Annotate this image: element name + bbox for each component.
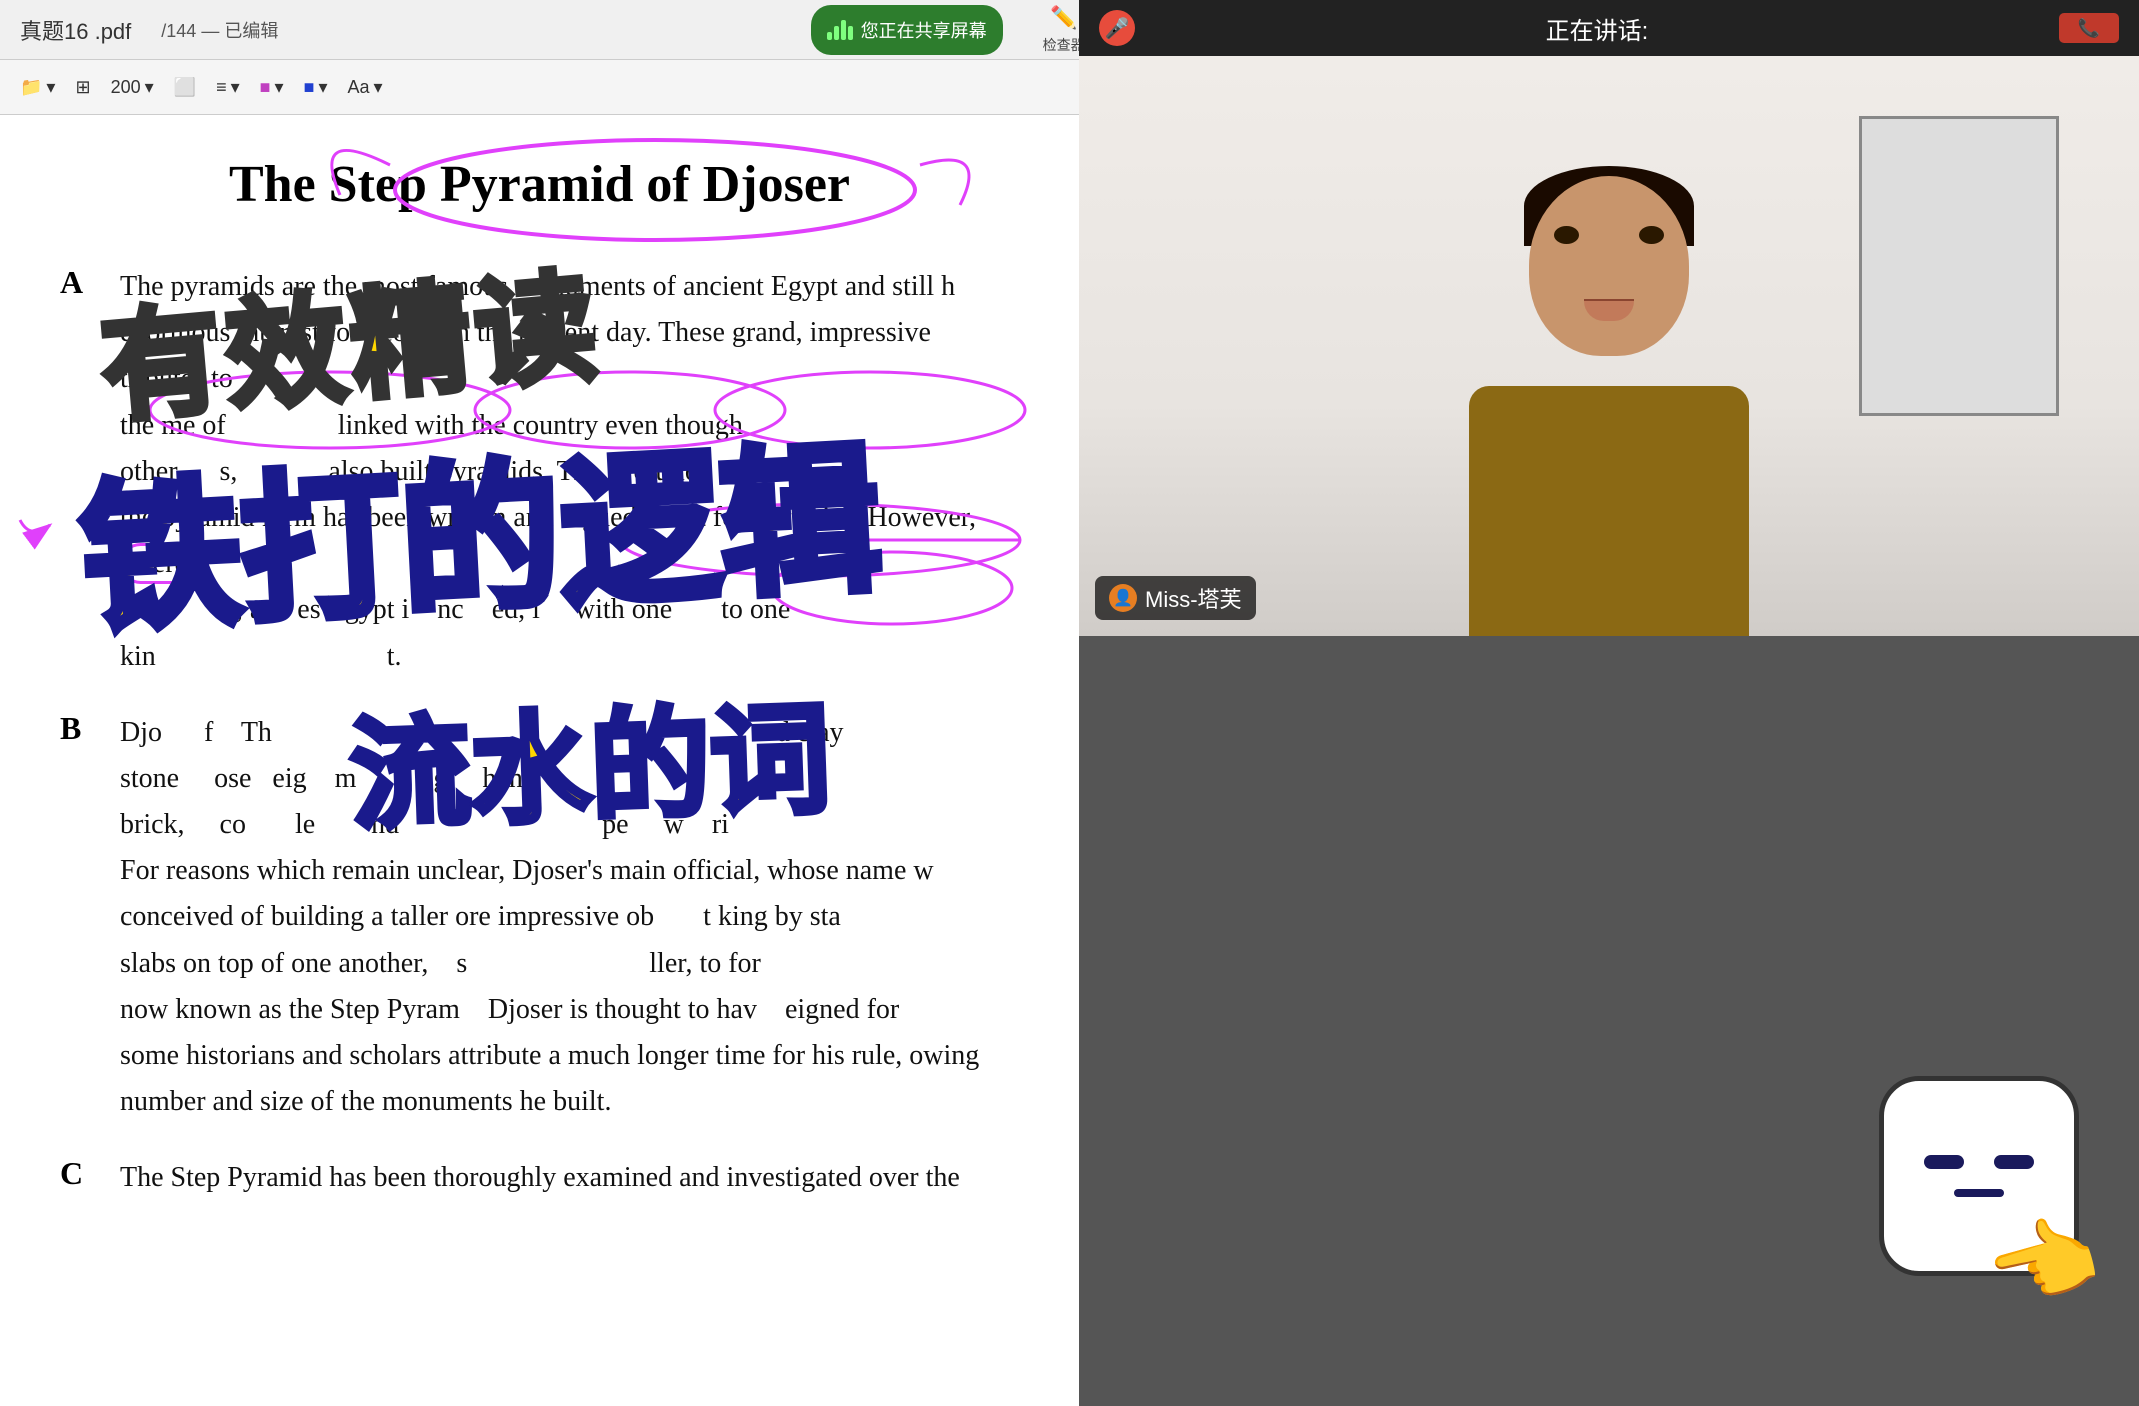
signal-bars-icon: [827, 20, 853, 40]
color2-btn[interactable]: ■ ▾: [304, 77, 328, 98]
page-info-label: /144 — 已编辑: [161, 17, 278, 43]
video-feed: 👤 Miss-塔芙: [1079, 56, 2139, 636]
align-btn[interactable]: ≡ ▾: [216, 77, 240, 98]
para-b-label: B: [60, 710, 100, 1126]
align-dropdown-icon: ▾: [231, 77, 240, 98]
cartoon-eyes: [1924, 1155, 2034, 1169]
sharing-text: 您正在共享屏幕: [861, 17, 987, 43]
grid-btn[interactable]: ⊞: [75, 77, 90, 98]
zoom-level-label: 200: [111, 77, 141, 98]
zoom-dropdown-icon: ▾: [145, 77, 154, 98]
second-toolbar: 📁 ▾ ⊞ 200 ▾ ⬜ ≡ ▾ ■ ▾ ■ ▾ Aa ▾: [0, 60, 1079, 115]
teacher-name-label: Miss-塔芙: [1145, 582, 1242, 614]
folder-btn[interactable]: 📁 ▾: [20, 77, 55, 98]
align-icon: ≡: [216, 77, 227, 98]
end-call-icon[interactable]: 📞: [2059, 13, 2119, 43]
bookshelf: [1859, 116, 2059, 416]
cartoon-face-container: 👈: [1879, 1076, 2079, 1276]
sharing-badge: 您正在共享屏幕: [811, 5, 1003, 55]
color2-dropdown-icon: ▾: [318, 77, 327, 98]
text-dropdown-icon: ▾: [374, 77, 383, 98]
color2-icon: ■: [304, 77, 315, 98]
filename-label: 真题16 .pdf: [20, 14, 131, 46]
text-btn[interactable]: Aa ▾: [347, 77, 382, 98]
page-view-icon: ⬜: [174, 77, 196, 98]
folder-arrow: ▾: [46, 77, 55, 98]
para-c-label: C: [60, 1155, 100, 1201]
speaking-label: 正在讲话:: [1546, 11, 1649, 46]
page-view-btn[interactable]: ⬜: [174, 77, 196, 98]
article-title-container: The Step Pyramid of Djoser: [60, 155, 1019, 214]
color1-dropdown-icon: ▾: [275, 77, 284, 98]
inspector-icon: ✏️: [1050, 5, 1077, 31]
mic-icon: 🎤: [1099, 10, 1135, 46]
overlay-text-tiedade-luoji: 铁打的逻辑: [74, 389, 885, 663]
cartoon-eye-right: [1994, 1155, 2034, 1169]
person-body: [1469, 386, 1749, 636]
overlay-text-liushuide-ci: 流水的词: [347, 662, 833, 853]
teacher-name-badge: 👤 Miss-塔芙: [1095, 576, 1256, 620]
cartoon-mouth: [1954, 1189, 2004, 1197]
cartoon-eye-left: [1924, 1155, 1964, 1169]
paragraph-c-section: C The Step Pyramid has been thoroughly e…: [60, 1155, 1019, 1201]
color1-btn[interactable]: ■ ▾: [260, 77, 284, 98]
teacher-video: [1359, 136, 1859, 636]
color1-icon: ■: [260, 77, 271, 98]
folder-icon: 📁: [20, 77, 42, 98]
person-head: [1529, 176, 1689, 356]
para-c-text: The Step Pyramid has been thoroughly exa…: [120, 1155, 960, 1201]
video-panel: 🎤 正在讲话: 📞 👤 Miss-塔芙: [1079, 0, 2139, 1406]
video-header: 🎤 正在讲话: 📞: [1079, 0, 2139, 56]
grid-icon: ⊞: [75, 77, 90, 98]
text-icon: Aa: [347, 77, 369, 98]
avatar-icon: 👤: [1109, 584, 1137, 612]
zoom-level-btn[interactable]: 200 ▾: [111, 77, 154, 98]
article-title: The Step Pyramid of Djoser: [60, 155, 1019, 214]
